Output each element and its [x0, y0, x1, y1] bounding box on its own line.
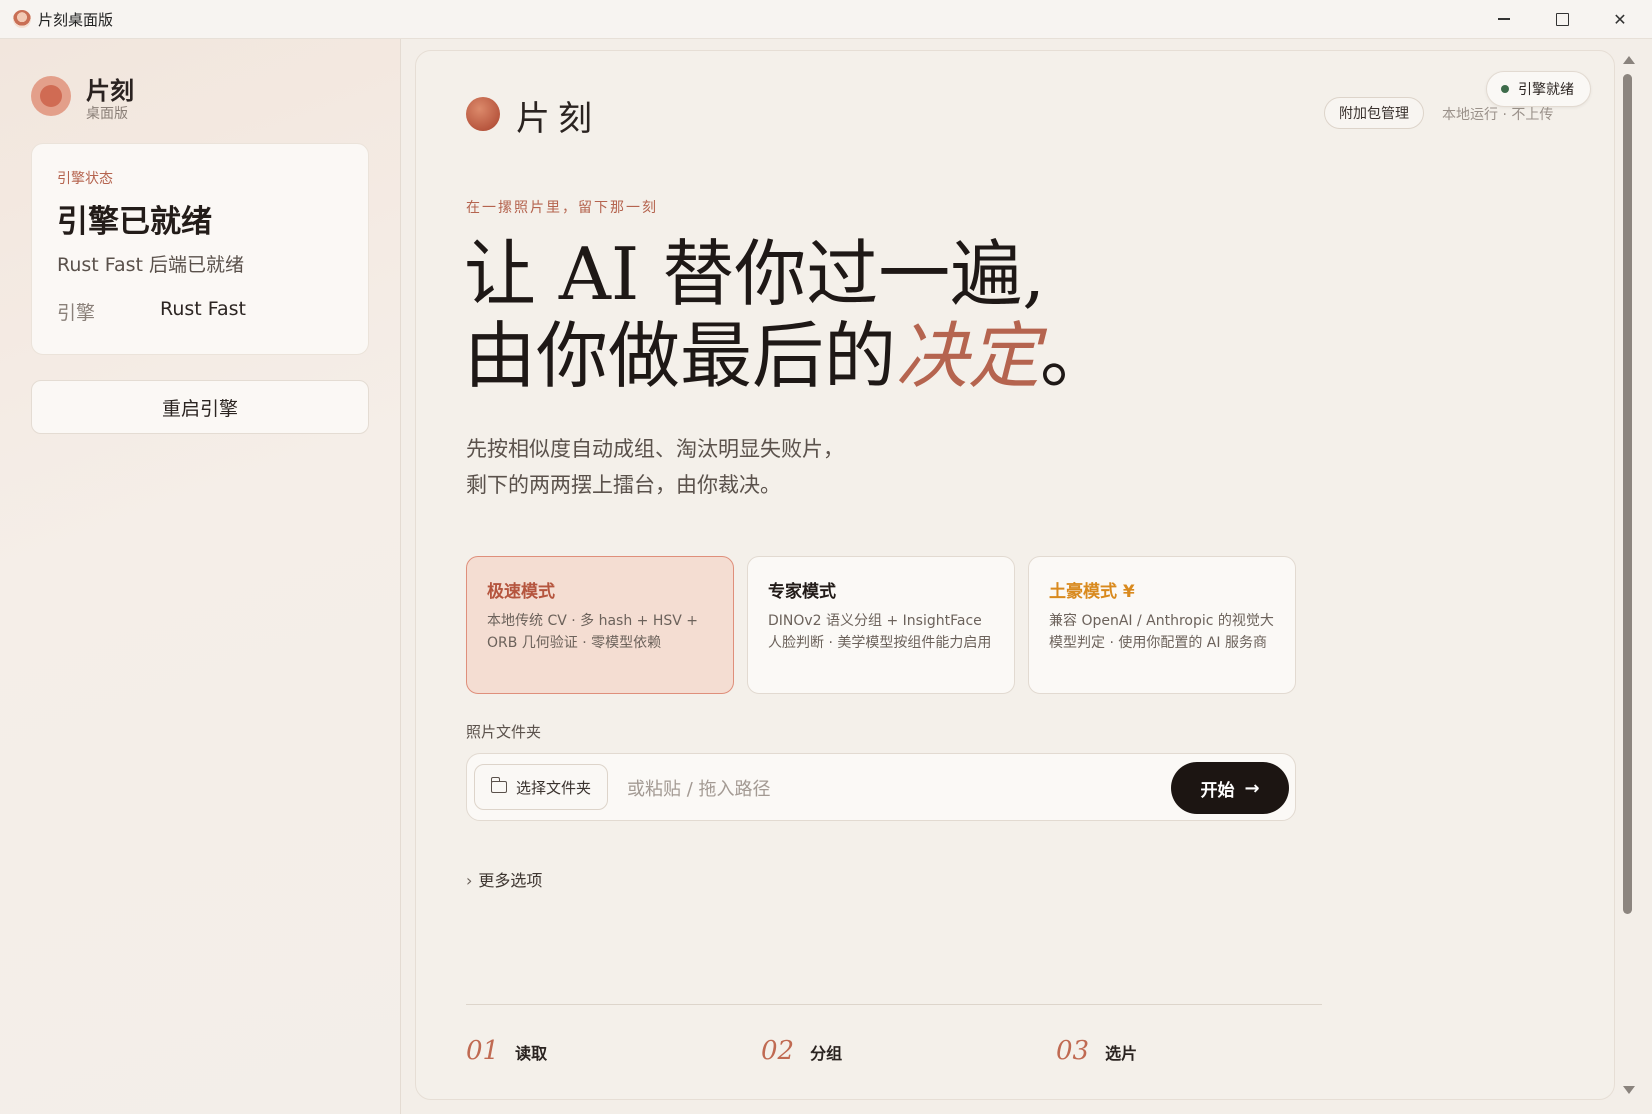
- step-group: 02 分组: [761, 1036, 842, 1066]
- mode-card-premium[interactable]: 土豪模式 ¥ 兼容 OpenAI / Anthropic 的视觉大模型判定 · …: [1028, 556, 1296, 694]
- step-number: 02: [761, 1036, 795, 1066]
- step-select: 03 选片: [1056, 1036, 1137, 1066]
- step-read: 01 读取: [466, 1036, 547, 1066]
- headline-line-2-text: 由你做最后的: [464, 314, 897, 398]
- title-bar: 片刻桌面版 ✕: [0, 0, 1652, 39]
- step-number: 01: [466, 1036, 500, 1066]
- header-logo-icon: [466, 97, 500, 131]
- brand-subtitle: 桌面版: [86, 106, 128, 122]
- arrow-right-icon: →: [1244, 777, 1260, 799]
- mode-desc: DINOv2 语义分组 + InsightFace 人脸判断 · 美学模型按组件…: [768, 613, 992, 651]
- maximize-button[interactable]: [1533, 0, 1591, 38]
- chevron-right-icon: ›: [466, 871, 473, 890]
- brand-name: 片刻: [86, 77, 134, 105]
- engine-ready-pill: 引擎就绪: [1486, 71, 1591, 107]
- addon-manager-button[interactable]: 附加包管理: [1324, 97, 1424, 129]
- mode-selector: 极速模式 本地传统 CV · 多 hash + HSV + ORB 几何验证 ·…: [466, 556, 1296, 694]
- step-number: 03: [1056, 1036, 1090, 1066]
- engine-key: 引擎: [57, 302, 96, 324]
- header-title: 片刻: [516, 99, 600, 139]
- engine-value: Rust Fast: [160, 298, 246, 320]
- mode-desc: 本地传统 CV · 多 hash + HSV + ORB 几何验证 · 零模型依…: [487, 613, 699, 651]
- status-card-title: 引擎已就绪: [57, 204, 212, 240]
- headline: 让 AI 替你过一遍, 由你做最后的决定。: [464, 233, 1112, 397]
- subtext-line-2: 剩下的两两摆上擂台，由你裁决。: [466, 473, 781, 497]
- headline-line-2: 由你做最后的决定。: [464, 315, 1112, 397]
- step-label: 选片: [1105, 1044, 1138, 1063]
- subtext-line-1: 先按相似度自动成组、淘汰明显失败片，: [466, 437, 844, 461]
- window-title: 片刻桌面版: [38, 11, 114, 29]
- headline-accent: 决定: [896, 314, 1041, 398]
- status-card-label: 引擎状态: [57, 171, 113, 187]
- folder-label: 照片文件夹: [466, 723, 542, 741]
- sidebar: 片刻 桌面版 引擎状态 引擎已就绪 Rust Fast 后端已就绪 引擎 Rus…: [0, 39, 401, 1114]
- step-label: 分组: [810, 1044, 843, 1063]
- mode-title: 极速模式: [487, 582, 555, 602]
- step-label: 读取: [515, 1044, 548, 1063]
- start-button[interactable]: 开始 →: [1171, 762, 1289, 814]
- restart-engine-button[interactable]: 重启引擎: [31, 380, 369, 434]
- mode-desc: 兼容 OpenAI / Anthropic 的视觉大模型判定 · 使用你配置的 …: [1049, 613, 1274, 651]
- engine-status-card: 引擎状态 引擎已就绪 Rust Fast 后端已就绪 引擎 Rust Fast: [31, 143, 369, 355]
- folder-bar: 选择文件夹 开始 →: [466, 753, 1296, 821]
- status-card-desc: Rust Fast 后端已就绪: [57, 254, 244, 276]
- mode-card-fast[interactable]: 极速模式 本地传统 CV · 多 hash + HSV + ORB 几何验证 ·…: [466, 556, 734, 694]
- start-label: 开始: [1200, 780, 1235, 801]
- divider: [466, 1004, 1322, 1005]
- choose-folder-button[interactable]: 选择文件夹: [474, 764, 609, 810]
- hero-subtext: 先按相似度自动成组、淘汰明显失败片， 剩下的两两摆上擂台，由你裁决。: [466, 431, 844, 503]
- scroll-thumb[interactable]: [1623, 74, 1632, 914]
- scroll-down-icon[interactable]: [1623, 1086, 1635, 1094]
- folder-icon: [490, 777, 507, 793]
- choose-folder-label: 选择文件夹: [516, 778, 592, 797]
- more-options-toggle[interactable]: › 更多选项: [466, 867, 542, 891]
- brand-logo-icon: [31, 76, 71, 116]
- mode-title: 专家模式: [768, 582, 836, 602]
- main-panel: 片刻 附加包管理 本地运行 · 不上传 引擎就绪 在一摞照片里，留下那一刻 让 …: [415, 50, 1615, 1100]
- engine-pill-label: 引擎就绪: [1518, 82, 1574, 98]
- app-icon: [13, 10, 31, 28]
- scroll-up-icon[interactable]: [1623, 56, 1635, 64]
- headline-period: 。: [1040, 314, 1113, 398]
- path-input[interactable]: [625, 766, 1129, 812]
- mode-title: 土豪模式 ¥: [1049, 582, 1135, 602]
- close-icon[interactable]: ✕: [1591, 0, 1649, 38]
- vertical-scrollbar[interactable]: [1619, 50, 1639, 1100]
- mode-card-expert[interactable]: 专家模式 DINOv2 语义分组 + InsightFace 人脸判断 · 美学…: [747, 556, 1015, 694]
- status-dot-icon: [1501, 85, 1509, 93]
- more-options-label: 更多选项: [478, 871, 543, 890]
- headline-line-1: 让 AI 替你过一遍,: [464, 232, 1046, 316]
- minimize-button[interactable]: [1475, 0, 1533, 38]
- tagline: 在一摞照片里，留下那一刻: [466, 200, 658, 216]
- local-run-note: 本地运行 · 不上传: [1442, 107, 1554, 123]
